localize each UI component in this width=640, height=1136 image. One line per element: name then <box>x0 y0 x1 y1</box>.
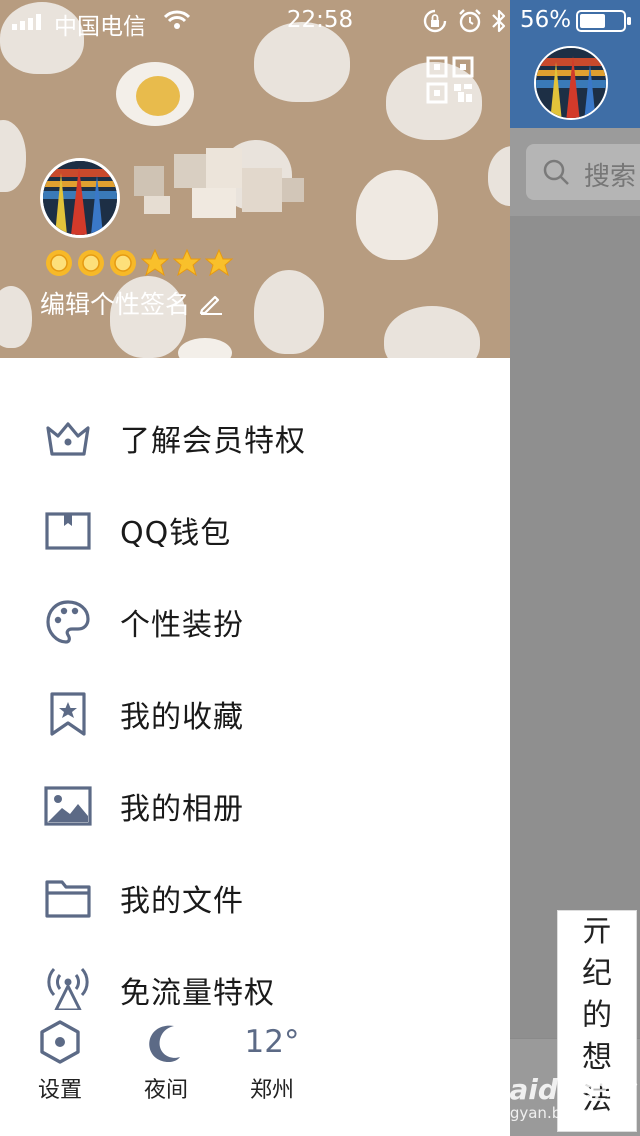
bookmark-star-icon <box>50 692 86 736</box>
main-search-area: 搜索 <box>510 128 640 216</box>
sun-icon <box>76 248 106 278</box>
bun-pattern <box>0 286 32 348</box>
pencil-icon <box>199 295 223 315</box>
main-search-input[interactable]: 搜索 <box>526 144 640 200</box>
bun-pattern <box>488 146 510 206</box>
search-icon <box>543 159 569 185</box>
baidu-url-text: jingyan.baidu.com <box>492 1104 631 1122</box>
nickname-blurred <box>134 148 304 218</box>
signature-label: 编辑个性签名 <box>40 290 191 319</box>
antenna-icon <box>47 967 89 1012</box>
drawer-menu: 了解会员特权 QQ钱包 个性装扮 我的收藏 我的相册 我的文件 免流量特权 <box>0 392 510 1036</box>
weather-city: 郑州 <box>249 1078 294 1103</box>
baidu-watermark: Baidu经验 jingyan.baidu.com <box>488 1068 640 1128</box>
menu-item-label: 免流量特权 <box>120 976 275 1011</box>
main-avatar[interactable] <box>534 46 608 120</box>
menu-item-album[interactable]: 我的相册 <box>0 760 510 852</box>
rotation-lock-icon <box>423 9 447 33</box>
settings-label: 设置 <box>37 1078 82 1103</box>
menu-item-vip[interactable]: 了解会员特权 <box>0 392 510 484</box>
crown-icon <box>46 422 90 456</box>
menu-item-label: 我的收藏 <box>120 700 244 735</box>
bun-pattern <box>384 306 480 358</box>
egg-pattern <box>178 338 232 358</box>
moon-icon <box>149 1025 180 1063</box>
baidu-logo-text: Baidu经验 <box>488 1073 634 1106</box>
watermark-char: 的 <box>582 998 612 1033</box>
bun-pattern <box>0 120 26 192</box>
sun-icon <box>108 248 138 278</box>
watermark-char: 亓 <box>582 914 612 949</box>
menu-item-files[interactable]: 我的文件 <box>0 852 510 944</box>
night-label: 夜间 <box>143 1078 188 1103</box>
battery-icon <box>576 10 631 32</box>
sun-icon <box>44 248 74 278</box>
profile-avatar[interactable] <box>40 158 120 238</box>
settings-button[interactable]: 设置 <box>18 1010 118 1136</box>
menu-item-wallet[interactable]: QQ钱包 <box>0 484 510 576</box>
watermark-char: 纪 <box>582 956 612 991</box>
search-placeholder: 搜索 <box>584 162 637 192</box>
settings-hexagon-icon <box>40 1020 80 1064</box>
menu-item-theme[interactable]: 个性装扮 <box>0 576 510 668</box>
palette-icon <box>46 600 90 644</box>
weather-temperature: 12° <box>244 1024 300 1060</box>
side-drawer: 编辑个性签名 了解会员特权 QQ钱包 个性装扮 我的收藏 我的相册 我的文件 免… <box>0 0 510 1136</box>
qq-level-badges[interactable] <box>44 248 234 280</box>
profile-header[interactable]: 编辑个性签名 <box>0 0 510 358</box>
menu-item-label: QQ钱包 <box>120 516 232 551</box>
menu-item-label: 我的相册 <box>120 792 244 827</box>
qr-code-icon[interactable] <box>426 56 474 104</box>
menu-item-favorites[interactable]: 我的收藏 <box>0 668 510 760</box>
star-icon <box>204 248 234 278</box>
menu-item-label: 我的文件 <box>120 884 244 919</box>
signature-edit[interactable]: 编辑个性签名 <box>40 286 224 320</box>
alarm-icon <box>459 9 481 33</box>
battery-percent: 56% <box>520 7 572 33</box>
menu-item-label: 个性装扮 <box>120 608 244 643</box>
status-bar: 中国电信 22:58 56% <box>0 0 640 40</box>
bluetooth-icon <box>492 9 506 33</box>
egg-yolk-pattern <box>136 76 180 116</box>
image-icon <box>44 786 92 826</box>
drawer-bottom-bar: 设置 夜间 12° 郑州 <box>0 1010 510 1136</box>
night-mode-button[interactable]: 夜间 <box>124 1010 224 1136</box>
star-icon <box>172 248 202 278</box>
weather-button[interactable]: 12° 郑州 <box>230 1010 330 1136</box>
folder-icon <box>45 880 91 918</box>
bear-pattern <box>356 170 438 260</box>
bun-pattern <box>254 270 324 354</box>
wallet-icon <box>45 512 91 550</box>
star-icon <box>140 248 170 278</box>
menu-item-label: 了解会员特权 <box>120 424 306 459</box>
